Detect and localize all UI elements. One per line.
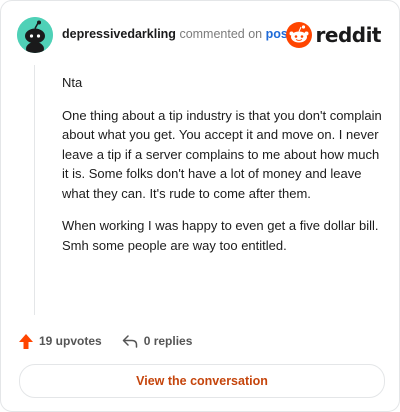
upvotes-button[interactable]: 19 upvotes [19, 333, 102, 349]
commented-on-label: commented on [179, 27, 263, 41]
reply-arrow-icon [122, 335, 137, 348]
comment-paragraph: One thing about a tip industry is that y… [62, 107, 382, 201]
thread-line [34, 65, 35, 315]
comment-paragraph: When working I was happy to even get a f… [62, 218, 379, 253]
username-link[interactable]: depressivedarkling [62, 27, 176, 41]
snoo-avatar-icon [17, 17, 53, 53]
embedded-comment-card: depressivedarkling commented on post red… [0, 0, 400, 412]
comment-actions: 19 upvotes 0 replies [19, 331, 192, 351]
reddit-logo[interactable]: reddit [285, 20, 382, 50]
comment-meta: depressivedarkling commented on post [62, 27, 292, 41]
reddit-snoo-icon [285, 22, 312, 48]
replies-count: 0 replies [143, 334, 193, 348]
reddit-wordmark: reddit [315, 23, 382, 47]
upvotes-count: 19 upvotes [39, 334, 102, 348]
replies-button[interactable]: 0 replies [122, 334, 193, 348]
comment-paragraph: Nta [62, 75, 83, 90]
comment-body: Nta One thing about a tip industry is th… [62, 73, 382, 268]
user-avatar[interactable] [17, 17, 53, 53]
comment-header: depressivedarkling commented on post red… [17, 17, 383, 53]
upvote-arrow-icon [19, 333, 33, 349]
view-conversation-button[interactable]: View the conversation [19, 364, 385, 398]
